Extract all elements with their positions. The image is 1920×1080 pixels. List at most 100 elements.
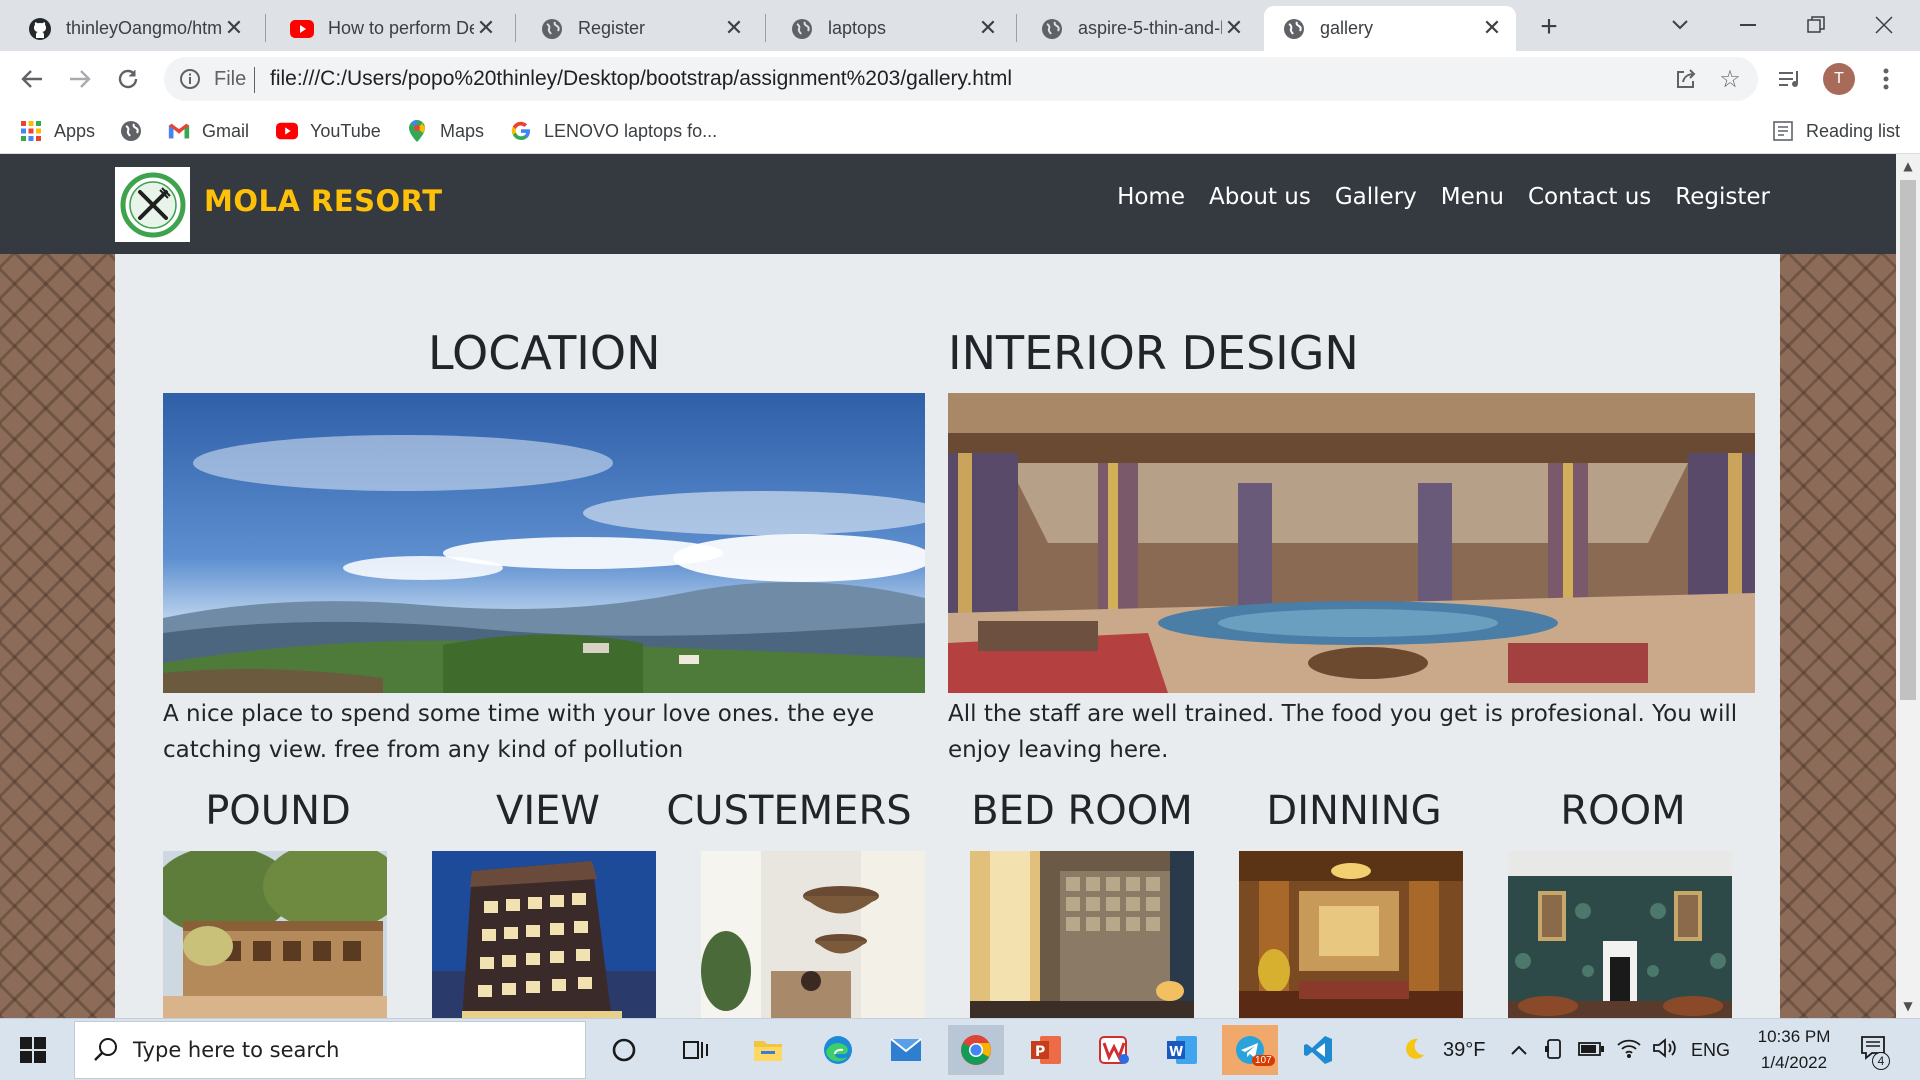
- nav-about-us[interactable]: About us: [1209, 184, 1311, 210]
- scrollbar-thumb[interactable]: [1900, 180, 1916, 700]
- reload-icon[interactable]: [110, 61, 146, 97]
- reading-list-button[interactable]: Reading list: [1772, 116, 1900, 146]
- telegram-badge: 107: [1252, 1055, 1275, 1066]
- nav-contact-us[interactable]: Contact us: [1528, 184, 1651, 210]
- scroll-up-arrow-icon[interactable]: ▲: [1896, 156, 1920, 176]
- bookmark-globe[interactable]: [120, 116, 154, 146]
- new-tab-button[interactable]: +: [1532, 10, 1566, 44]
- powerpoint-icon[interactable]: P: [1018, 1025, 1074, 1075]
- nav-links: Home About us Gallery Menu Contact us Re…: [1117, 184, 1770, 210]
- tab-gallery-active[interactable]: gallery ✕: [1264, 6, 1516, 51]
- word-icon[interactable]: W: [1154, 1025, 1210, 1075]
- input-language[interactable]: ENG: [1691, 1040, 1730, 1061]
- volume-icon[interactable]: [1652, 1037, 1678, 1063]
- address-bar[interactable]: File file:///C:/Users/popo%20thinley/Des…: [164, 57, 1758, 101]
- nav-menu[interactable]: Menu: [1441, 184, 1504, 210]
- tab-title: thinleyOangmo/htm: [66, 18, 222, 38]
- bed-room-title: BED ROOM: [971, 788, 1193, 834]
- weather-moon-icon[interactable]: [1400, 1036, 1426, 1066]
- clock-date[interactable]: 1/4/2022: [1752, 1053, 1836, 1073]
- bookmark-label: YouTube: [310, 120, 381, 141]
- close-window-icon[interactable]: [1856, 6, 1912, 44]
- restore-icon[interactable]: [1788, 6, 1844, 44]
- edge-browser-icon[interactable]: [810, 1025, 866, 1075]
- back-arrow-icon[interactable]: [14, 61, 50, 97]
- device-icon[interactable]: [1544, 1038, 1564, 1064]
- wps-icon[interactable]: [1086, 1025, 1142, 1075]
- taskbar-search-box[interactable]: Type here to search: [74, 1021, 586, 1079]
- share-icon[interactable]: [1672, 65, 1700, 93]
- nav-home[interactable]: Home: [1117, 184, 1185, 210]
- media-control-icon[interactable]: [1772, 61, 1808, 97]
- chrome-icon[interactable]: [948, 1025, 1004, 1075]
- profile-avatar[interactable]: T: [1823, 63, 1855, 95]
- brand-name[interactable]: MOLA RESORT: [204, 184, 443, 218]
- close-icon[interactable]: ✕: [474, 16, 498, 41]
- close-icon[interactable]: ✕: [222, 16, 246, 41]
- location-description: A nice place to spend some time with you…: [163, 701, 875, 763]
- browser-toolbar: File file:///C:/Users/popo%20thinley/Des…: [0, 51, 1920, 108]
- wifi-icon[interactable]: [1616, 1037, 1642, 1063]
- show-hidden-icons-chevron-icon[interactable]: [1510, 1041, 1528, 1060]
- tab-register[interactable]: Register ✕: [522, 6, 758, 51]
- close-icon[interactable]: ✕: [722, 16, 746, 41]
- close-icon[interactable]: ✕: [976, 16, 1000, 41]
- nav-register[interactable]: Register: [1675, 184, 1770, 210]
- windows-taskbar: Type here to search P W 107 39°F ENG 10:…: [0, 1018, 1920, 1080]
- file-explorer-icon[interactable]: [740, 1025, 796, 1075]
- close-icon[interactable]: ✕: [1222, 16, 1246, 41]
- tab-laptops[interactable]: laptops ✕: [772, 6, 1012, 51]
- tab-title: Register: [578, 18, 646, 38]
- bookmark-maps[interactable]: Maps: [406, 116, 484, 146]
- tab-title: gallery: [1320, 18, 1374, 38]
- location-title: LOCATION: [428, 326, 661, 380]
- tab-youtube-video[interactable]: How to perform De ✕: [272, 6, 510, 51]
- search-placeholder: Type here to search: [133, 1038, 340, 1062]
- globe-icon: [1282, 17, 1306, 41]
- bookmark-lenovo[interactable]: LENOVO laptops fo...: [510, 116, 717, 146]
- more-vertical-icon[interactable]: [1868, 61, 1904, 97]
- svg-text:W: W: [1169, 1045, 1183, 1060]
- close-icon[interactable]: ✕: [1480, 16, 1504, 41]
- clock-time[interactable]: 10:36 PM: [1752, 1027, 1836, 1047]
- task-view-icon[interactable]: [668, 1025, 724, 1075]
- nav-gallery[interactable]: Gallery: [1335, 184, 1417, 210]
- cortana-icon[interactable]: [596, 1025, 652, 1075]
- apps-grid-icon: [20, 120, 42, 142]
- search-icon: [93, 1037, 119, 1067]
- bookmark-apps[interactable]: Apps: [20, 116, 95, 146]
- custemers-image: [701, 851, 925, 1018]
- windows-start-icon[interactable]: [16, 1033, 50, 1067]
- bookmark-star-icon[interactable]: ☆: [1716, 65, 1744, 93]
- globe-icon: [540, 17, 564, 41]
- page-scrollbar[interactable]: ▲ ▼: [1896, 154, 1920, 1018]
- bookmark-label: Apps: [54, 120, 96, 141]
- bookmark-gmail[interactable]: Gmail: [168, 116, 249, 146]
- resort-logo[interactable]: [115, 167, 190, 242]
- youtube-icon: [290, 17, 314, 41]
- notifications-count: 4: [1872, 1052, 1890, 1070]
- forward-arrow-icon[interactable]: [62, 61, 98, 97]
- bookmark-youtube[interactable]: YouTube: [276, 116, 381, 146]
- tab-search-chevron-icon[interactable]: [1652, 6, 1708, 44]
- url-text[interactable]: file:///C:/Users/popo%20thinley/Desktop/…: [270, 67, 1012, 91]
- tab-title: How to perform De: [328, 18, 474, 38]
- tab-github[interactable]: thinleyOangmo/htm ✕: [10, 6, 258, 51]
- dinning-title: DINNING: [1266, 788, 1442, 834]
- view-title: VIEW: [496, 788, 600, 834]
- view-image: [432, 851, 656, 1018]
- telegram-icon[interactable]: 107: [1222, 1025, 1278, 1075]
- mail-icon[interactable]: [878, 1025, 934, 1075]
- site-navbar: MOLA RESORT Home About us Gallery Menu C…: [0, 154, 1896, 254]
- page-viewport: MOLA RESORT Home About us Gallery Menu C…: [0, 154, 1896, 1018]
- weather-temperature[interactable]: 39°F: [1443, 1039, 1485, 1062]
- custemers-title: CUSTEMERS: [666, 788, 912, 834]
- reading-list-icon: [1772, 120, 1794, 142]
- scroll-down-arrow-icon[interactable]: ▼: [1896, 996, 1920, 1016]
- minimize-icon[interactable]: [1720, 6, 1776, 44]
- info-icon[interactable]: [178, 67, 202, 91]
- battery-icon[interactable]: [1578, 1041, 1604, 1060]
- vscode-icon[interactable]: [1290, 1025, 1346, 1075]
- tab-aspire[interactable]: aspire-5-thin-and-li ✕: [1022, 6, 1258, 51]
- bed-room-image: [970, 851, 1194, 1018]
